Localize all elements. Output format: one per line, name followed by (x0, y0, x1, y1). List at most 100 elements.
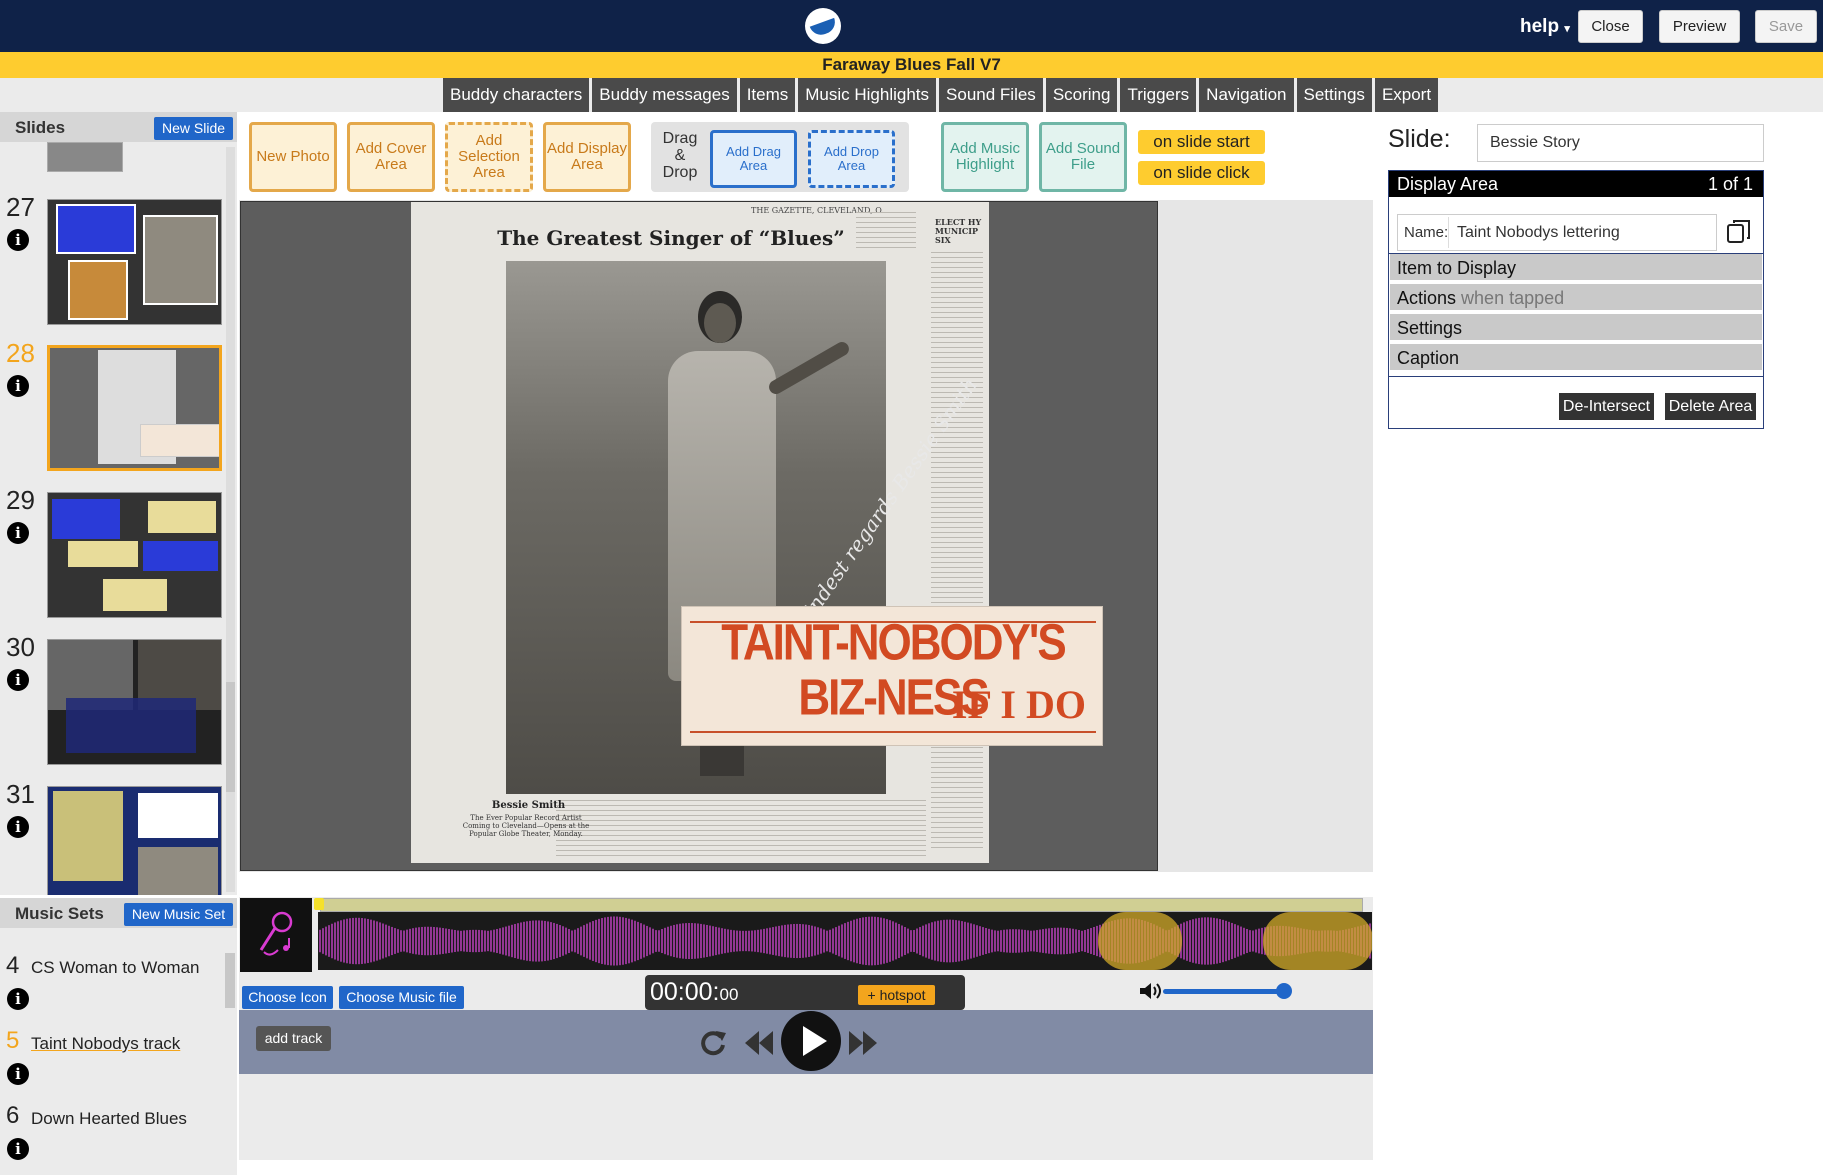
music-scrollbar-thumb[interactable] (225, 953, 235, 1008)
music-hotspot[interactable] (1098, 912, 1182, 970)
play-button[interactable] (781, 1011, 841, 1071)
slide-thumbnail-active[interactable] (47, 345, 222, 471)
main-menu: Buddy characters Buddy messages Items Mu… (443, 78, 1439, 112)
actions-label: Actions (1397, 288, 1457, 308)
on-slide-start-button[interactable]: on slide start (1138, 130, 1265, 154)
delete-area-button[interactable]: Delete Area (1665, 393, 1756, 420)
volume-icon[interactable] (1138, 981, 1164, 1001)
volume-slider-knob[interactable] (1276, 983, 1292, 999)
project-title: Faraway Blues Fall V7 (0, 52, 1823, 78)
info-icon[interactable]: i (7, 1063, 29, 1085)
music-set-item-active[interactable]: Taint Nobodys track (31, 1034, 180, 1054)
add-drag-area-button[interactable]: Add Drag Area (710, 130, 797, 188)
add-drop-area-button[interactable]: Add Drop Area (808, 130, 895, 188)
thumb-photo (143, 215, 218, 305)
app-logo-icon (805, 8, 841, 44)
timeline-bar[interactable] (320, 898, 1363, 912)
area-name-input[interactable]: Taint Nobodys lettering (1448, 217, 1713, 248)
music-sets-panel: Music Sets New Music Set 4 CS Woman to W… (0, 898, 237, 1175)
slide-name-input[interactable]: Bessie Story (1477, 124, 1764, 162)
menu-scoring[interactable]: Scoring (1045, 78, 1118, 112)
drag-drop-label: Drag & Drop (662, 130, 698, 181)
slide-thumbnail[interactable] (47, 492, 222, 618)
new-slide-button[interactable]: New Slide (154, 117, 233, 140)
settings-section[interactable]: Settings (1390, 314, 1762, 342)
menu-music-highlights[interactable]: Music Highlights (798, 78, 937, 112)
slide-number: 27 (6, 192, 35, 222)
taint-nobodys-lettering-area[interactable]: TAINT-NOBODY'S BIZ-NESS IF I DO (681, 606, 1103, 746)
fast-forward-icon[interactable] (848, 1027, 878, 1059)
newspaper-caption: Bessie Smith (491, 800, 566, 811)
add-cover-area-button[interactable]: Add Cover Area (347, 122, 435, 192)
caption-section[interactable]: Caption (1390, 344, 1762, 372)
slides-title: Slides (15, 118, 66, 137)
slide-thumbnail[interactable] (47, 639, 222, 765)
thumb-panel (53, 791, 123, 881)
choose-icon-button[interactable]: Choose Icon (242, 986, 333, 1009)
area-name-field: Name: Taint Nobodys lettering (1397, 214, 1717, 251)
menu-settings[interactable]: Settings (1296, 78, 1372, 112)
rewind-icon[interactable] (744, 1027, 774, 1059)
menu-sound-files[interactable]: Sound Files (939, 78, 1043, 112)
drag-drop-group: Drag & Drop Add Drag Area Add Drop Area (651, 122, 909, 192)
newspaper-photo[interactable]: THE GAZETTE, CLEVELAND, O. The Greatest … (411, 202, 989, 863)
menu-buddy-messages[interactable]: Buddy messages (592, 78, 737, 112)
menu-navigation[interactable]: Navigation (1199, 78, 1294, 112)
audio-waveform[interactable] (318, 912, 1372, 970)
arm-shape (766, 339, 852, 397)
display-area-accordion: Item to Display Actions when tapped Sett… (1389, 253, 1763, 377)
time-main: 00:00: (650, 978, 720, 1006)
copy-icon[interactable] (1725, 217, 1753, 245)
menu-triggers[interactable]: Triggers (1120, 78, 1197, 112)
on-slide-click-button[interactable]: on slide click (1138, 161, 1265, 185)
save-button[interactable]: Save (1755, 10, 1817, 43)
lettering-frame: TAINT-NOBODY'S BIZ-NESS IF I DO (690, 615, 1096, 733)
slide-number: 31 (6, 779, 35, 809)
add-track-button[interactable]: add track (256, 1026, 331, 1051)
de-intersect-button[interactable]: De-Intersect (1559, 393, 1654, 420)
menu-items[interactable]: Items (739, 78, 796, 112)
thumb-panel (103, 579, 167, 611)
thumb-panel (148, 501, 216, 533)
slide-thumbnail-26[interactable] (47, 142, 123, 172)
item-to-display-section[interactable]: Item to Display (1390, 254, 1762, 282)
info-icon[interactable]: i (7, 229, 29, 251)
add-selection-area-button[interactable]: Add Selection Area (445, 122, 533, 192)
info-icon[interactable]: i (7, 522, 29, 544)
info-icon[interactable]: i (7, 988, 29, 1010)
info-icon[interactable]: i (7, 1138, 29, 1160)
thumb-photo (68, 260, 128, 320)
add-hotspot-button[interactable]: + hotspot (858, 985, 935, 1005)
choose-music-file-button[interactable]: Choose Music file (339, 986, 464, 1009)
volume-slider[interactable] (1163, 989, 1285, 994)
preview-button[interactable]: Preview (1659, 10, 1740, 43)
display-area-title: Display Area (1397, 174, 1499, 194)
newspaper-caption-sub: The Ever Popular Record Artist Coming to… (462, 814, 590, 838)
music-set-item[interactable]: Down Hearted Blues (31, 1109, 187, 1129)
info-icon[interactable]: i (7, 816, 29, 838)
help-menu[interactable]: help ▾ (1520, 16, 1570, 38)
info-icon[interactable]: i (7, 375, 29, 397)
slide-number-active: 28 (6, 338, 35, 368)
info-icon[interactable]: i (7, 669, 29, 691)
newspaper-column (856, 212, 916, 252)
menu-export[interactable]: Export (1374, 78, 1439, 112)
slide-thumbnail[interactable] (47, 786, 222, 895)
replay-icon[interactable] (697, 1027, 729, 1059)
add-sound-file-button[interactable]: Add Sound File (1039, 122, 1127, 192)
slide-thumbnail[interactable] (47, 199, 222, 325)
slides-scrollbar-thumb[interactable] (226, 682, 235, 792)
close-button[interactable]: Close (1578, 10, 1643, 43)
display-area-count: 1 of 1 (1707, 174, 1753, 194)
top-bar: help ▾ Close Preview Save (0, 0, 1823, 52)
add-display-area-button[interactable]: Add Display Area (543, 122, 631, 192)
playhead-handle[interactable] (314, 898, 324, 910)
actions-section[interactable]: Actions when tapped (1390, 284, 1762, 312)
music-set-item[interactable]: CS Woman to Woman (31, 958, 200, 978)
new-photo-button[interactable]: New Photo (249, 122, 337, 192)
music-hotspot[interactable] (1263, 912, 1372, 970)
thumb-lyrics (66, 698, 196, 753)
menu-buddy-characters[interactable]: Buddy characters (443, 78, 590, 112)
add-music-highlight-button[interactable]: Add Music Highlight (941, 122, 1029, 192)
new-music-set-button[interactable]: New Music Set (124, 903, 233, 926)
